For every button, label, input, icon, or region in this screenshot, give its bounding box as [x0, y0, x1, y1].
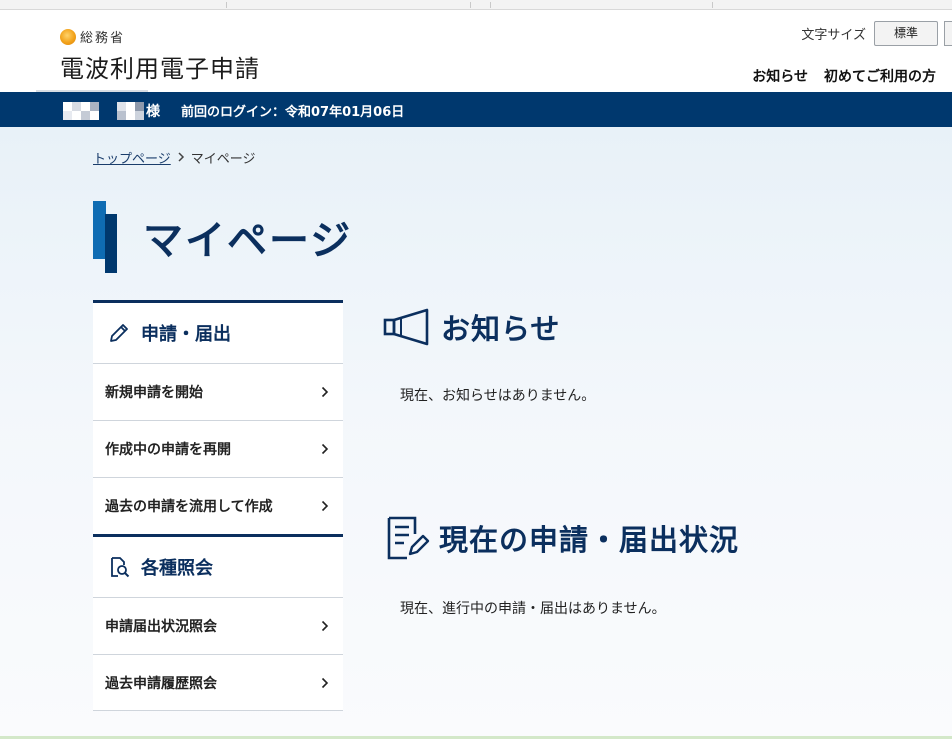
chevron-right-icon [321, 386, 329, 398]
last-login-text: 前回のログイン：令和07年01月06日 [181, 105, 405, 120]
status-title: 現在の申請・届出状況 [439, 523, 740, 557]
notices-title: お知らせ [441, 312, 561, 346]
notices-text: 現在、お知らせはありません。 [400, 388, 596, 404]
nav-group-application: 申請・届出 [93, 300, 343, 363]
chevron-right-icon [321, 500, 329, 512]
nav-item-resume-draft[interactable]: 作成中の申請を再開 [93, 420, 343, 477]
nav-group-application-title: 申請・届出 [141, 324, 231, 345]
chevron-right-icon [321, 443, 329, 455]
nav-group-inquiries-title: 各種照会 [141, 558, 213, 579]
font-size-label: 文字サイズ [801, 28, 866, 43]
redacted-name-part-1 [63, 102, 99, 120]
status-text: 現在、進行中の申請・届出はありません。 [400, 601, 666, 617]
side-navigation: 申請・届出 新規申請を開始 作成中の申請を再開 過去の申請を流用して作成 各種照… [93, 300, 343, 711]
nav-item-label: 過去の申請を流用して作成 [105, 499, 273, 515]
nav-item-history-inquiry[interactable]: 過去申請履歴照会 [93, 654, 343, 711]
ministry-name: 総務省 [80, 31, 126, 46]
nav-link-first-time[interactable]: 初めてご利用の方 [824, 66, 936, 86]
ministry-emblem-icon [60, 28, 76, 45]
font-size-control: 文字サイズ 標準 [801, 21, 952, 46]
breadcrumb-current: マイページ [190, 152, 256, 167]
site-header: 総務省 電波利用電子申請 文字サイズ 標準 お知らせ 初めてご利用の方 [0, 10, 952, 93]
user-bar: 様 前回のログイン：令和07年01月06日 [0, 92, 952, 127]
document-search-icon [111, 557, 130, 578]
pencil-icon [110, 324, 128, 342]
chevron-right-icon [321, 677, 329, 688]
user-name-redacted: 様 [63, 101, 160, 121]
document-edit-icon [387, 516, 430, 560]
nav-item-label: 新規申請を開始 [105, 385, 203, 401]
content-area: お知らせ 現在、お知らせはありません。 現在の申請・届出状況 現在、進行中の申請… [383, 300, 943, 618]
chevron-right-icon [321, 620, 329, 632]
nav-item-status-inquiry[interactable]: 申請届出状況照会 [93, 597, 343, 654]
header-nav: お知らせ 初めてご利用の方 [752, 66, 936, 86]
breadcrumb-home-link[interactable]: トップページ [93, 148, 171, 167]
page-title: マイページ [143, 217, 353, 264]
status-heading: 現在の申請・届出状況 [383, 514, 943, 562]
breadcrumb-separator-icon [177, 151, 185, 165]
nav-item-new-application[interactable]: 新規申請を開始 [93, 363, 343, 420]
megaphone-icon [383, 308, 429, 346]
font-size-large-button[interactable] [944, 21, 952, 46]
nav-item-label: 作成中の申請を再開 [105, 442, 231, 458]
nav-item-label: 申請届出状況照会 [105, 619, 217, 635]
notices-heading: お知らせ [383, 306, 943, 348]
breadcrumb: トップページ マイページ [93, 148, 256, 167]
browser-top-strip [0, 0, 952, 10]
redacted-name-part-2 [117, 102, 144, 120]
font-size-standard-button[interactable]: 標準 [874, 21, 938, 46]
main-content: トップページ マイページ マイページ 申請・届出 新規申請を開始 作成中の申請を… [0, 127, 952, 739]
page-title-block: マイページ [93, 199, 352, 274]
nav-item-reuse-past[interactable]: 過去の申請を流用して作成 [93, 477, 343, 534]
nav-group-inquiries: 各種照会 [93, 534, 343, 597]
user-honorific: 様 [146, 104, 160, 120]
nav-link-news[interactable]: お知らせ [752, 66, 808, 86]
nav-item-label: 過去申請履歴照会 [105, 675, 217, 692]
title-accent-bar [93, 200, 119, 273]
site-title: 電波利用電子申請 [60, 55, 260, 83]
site-logo[interactable]: 総務省 電波利用電子申請 [60, 27, 260, 84]
